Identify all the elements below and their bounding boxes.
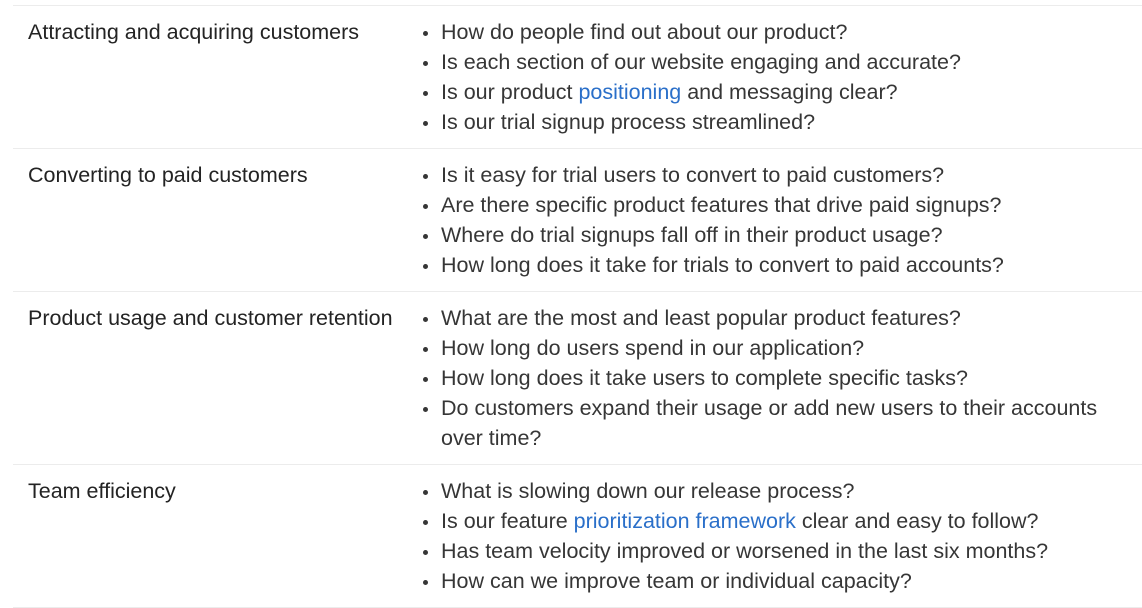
question-text: How long does it take for trials to conv…	[441, 253, 1004, 277]
category-label: Team efficiency	[28, 479, 176, 503]
question-item: How long does it take for trials to conv…	[406, 250, 1142, 280]
question-item: Is our trial signup process streamlined?	[406, 107, 1142, 137]
question-text: Do customers expand their usage or add n…	[441, 396, 1098, 450]
question-text: Is it easy for trial users to convert to…	[441, 163, 945, 187]
category-label: Product usage and customer retention	[28, 306, 393, 330]
question-item: How can we improve team or individual ca…	[406, 566, 1142, 596]
question-list: How do people find out about our product…	[406, 6, 1142, 148]
table-row: Product usage and customer retention Wha…	[13, 291, 1142, 464]
question-item: Do customers expand their usage or add n…	[406, 393, 1142, 453]
question-item: Are there specific product features that…	[406, 190, 1142, 220]
question-item: Is each section of our website engaging …	[406, 47, 1142, 77]
question-item: What are the most and least popular prod…	[406, 303, 1142, 333]
positioning-link[interactable]: positioning	[578, 80, 681, 104]
question-list: Is it easy for trial users to convert to…	[406, 149, 1142, 291]
question-item: How do people find out about our product…	[406, 17, 1142, 47]
question-item: What is slowing down our release process…	[406, 476, 1142, 506]
questions-table: Attracting and acquiring customers How d…	[13, 5, 1142, 608]
question-text: How can we improve team or individual ca…	[441, 569, 912, 593]
question-text: clear and easy to follow?	[795, 509, 1039, 533]
question-text: Are there specific product features that…	[441, 193, 1002, 217]
question-text: How do people find out about our product…	[441, 20, 848, 44]
question-text: and messaging clear?	[681, 80, 898, 104]
question-list: What is slowing down our release process…	[406, 465, 1142, 607]
question-item: How long does it take users to complete …	[406, 363, 1142, 393]
question-item: Has team velocity improved or worsened i…	[406, 536, 1142, 566]
question-text: Has team velocity improved or worsened i…	[441, 539, 1049, 563]
question-text: Is our product	[441, 80, 579, 104]
table-row: Converting to paid customers Is it easy …	[13, 148, 1142, 291]
table-row: Team efficiency What is slowing down our…	[13, 464, 1142, 608]
prioritization-framework-link[interactable]: prioritization framework	[574, 509, 796, 533]
question-text: How long do users spend in our applicati…	[441, 336, 865, 360]
question-item: Where do trial signups fall off in their…	[406, 220, 1142, 250]
question-text: Is each section of our website engaging …	[441, 50, 961, 74]
category-label: Converting to paid customers	[28, 163, 308, 187]
question-text: How long does it take users to complete …	[441, 366, 969, 390]
question-text: What are the most and least popular prod…	[441, 306, 961, 330]
question-text: Is our trial signup process streamlined?	[441, 110, 816, 134]
question-item: How long do users spend in our applicati…	[406, 333, 1142, 363]
question-text: Is our feature	[441, 509, 574, 533]
category-label: Attracting and acquiring customers	[28, 20, 360, 44]
question-text: Where do trial signups fall off in their…	[441, 223, 943, 247]
question-item: Is our feature prioritization framework …	[406, 506, 1142, 536]
question-item: Is our product positioning and messaging…	[406, 77, 1142, 107]
question-text: What is slowing down our release process…	[441, 479, 855, 503]
question-list: What are the most and least popular prod…	[406, 292, 1142, 464]
question-item: Is it easy for trial users to convert to…	[406, 160, 1142, 190]
table-row: Attracting and acquiring customers How d…	[13, 5, 1142, 148]
